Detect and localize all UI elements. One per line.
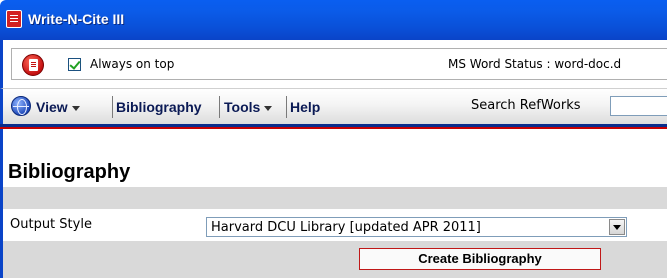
- chevron-down-icon: [264, 105, 273, 111]
- output-style-row: Output Style Harvard DCU Library [update…: [3, 209, 667, 241]
- pdf-icon[interactable]: [22, 54, 44, 76]
- output-style-label: Output Style: [10, 217, 92, 232]
- title-bar[interactable]: Write-N-Cite III: [0, 0, 667, 40]
- app-doc-icon: [6, 10, 22, 28]
- menu-separator: [112, 96, 113, 118]
- menu-bibliography[interactable]: Bibliography: [116, 97, 202, 117]
- output-style-select[interactable]: Harvard DCU Library [updated APR 2011]: [206, 217, 627, 237]
- globe-icon[interactable]: [11, 96, 31, 116]
- ms-word-status: MS Word Status : word-doc.d: [448, 57, 622, 71]
- window-title: Write-N-Cite III: [28, 11, 125, 27]
- search-label: Search RefWorks: [471, 98, 581, 113]
- menu-view-label: View: [36, 99, 68, 115]
- menu-separator: [286, 96, 287, 118]
- page-title: Bibliography: [8, 161, 131, 183]
- search-input[interactable]: [610, 96, 667, 116]
- menu-help[interactable]: Help: [290, 97, 320, 117]
- menu-view[interactable]: View: [36, 97, 80, 117]
- menu-separator: [219, 96, 220, 118]
- menu-tools-label: Tools: [224, 99, 261, 115]
- header-band: [3, 187, 667, 209]
- write-n-cite-window: Write-N-Cite III Always on top MS Word S…: [0, 0, 667, 278]
- options-bar-inner: Always on top MS Word Status : word-doc.…: [11, 48, 667, 80]
- dropdown-arrow-icon[interactable]: [609, 219, 625, 235]
- options-bar: Always on top MS Word Status : word-doc.…: [0, 40, 667, 88]
- chevron-down-icon: [71, 105, 80, 111]
- create-bibliography-button[interactable]: Create Bibliography: [359, 248, 601, 270]
- main-content: Bibliography Output Style Harvard DCU Li…: [0, 129, 667, 278]
- button-row: Create Bibliography: [3, 241, 667, 278]
- always-on-top-checkbox[interactable]: [68, 58, 81, 71]
- menu-tools[interactable]: Tools: [224, 97, 273, 117]
- always-on-top-label: Always on top: [90, 57, 175, 71]
- output-style-value: Harvard DCU Library [updated APR 2011]: [211, 220, 481, 235]
- menu-bar: View Bibliography Tools Help Search RefW…: [0, 88, 667, 124]
